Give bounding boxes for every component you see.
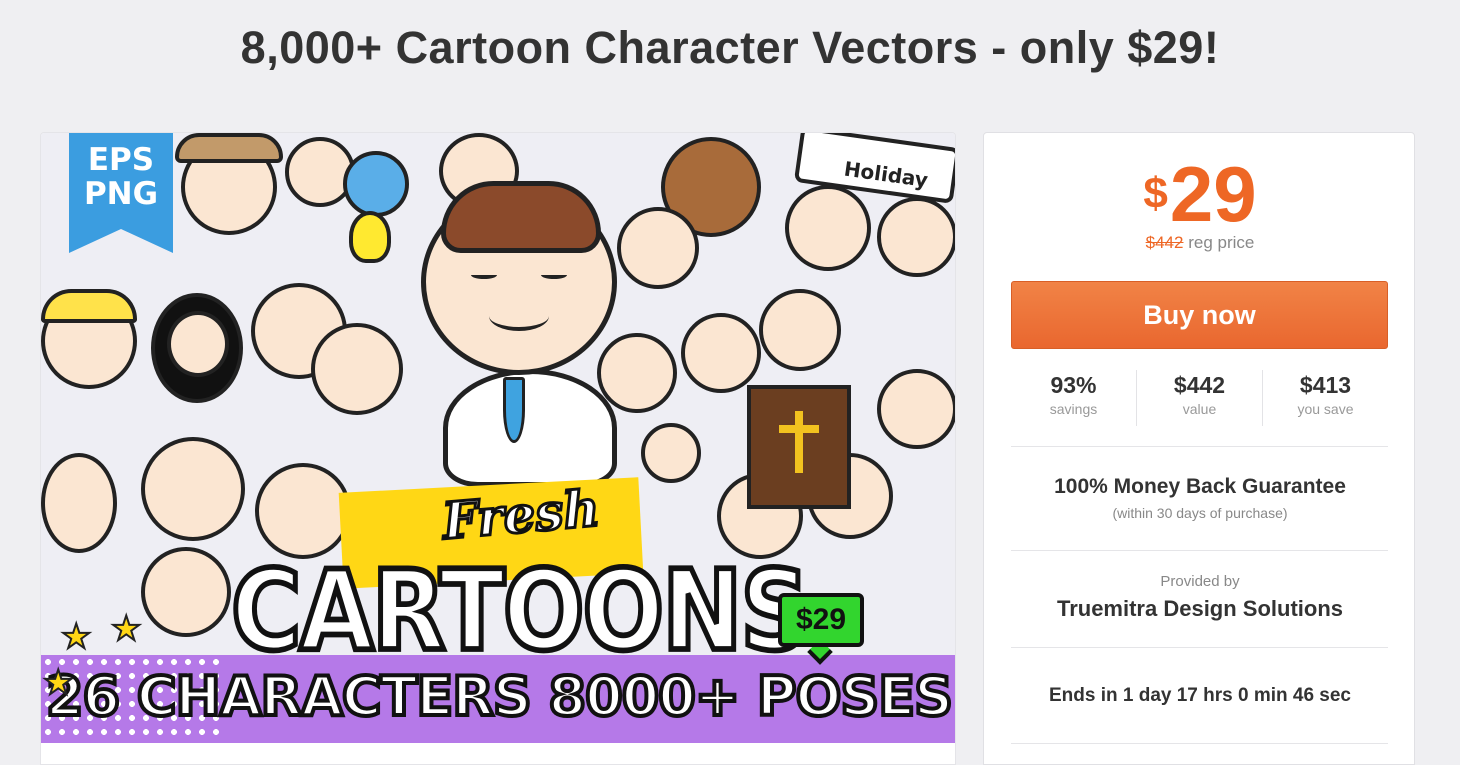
character-granny (681, 313, 761, 393)
cross-icon-bar (779, 425, 819, 433)
main-character-right-eye (541, 271, 567, 279)
character-priest (759, 289, 841, 371)
main-character-left-eye (471, 271, 497, 279)
main-character-tie (503, 377, 525, 443)
character-boy-green-cap (255, 463, 351, 559)
provided-by-label: Provided by (1160, 573, 1240, 590)
ribbon-format-png: PNG (83, 176, 159, 212)
divider (1011, 743, 1388, 744)
price-badge: $29 (778, 593, 864, 647)
product-image[interactable]: Holiday Fresh CARTOONS 26 CHARACTERS 800… (40, 132, 956, 765)
stat-value: $442 (1173, 372, 1226, 398)
countdown-timer: Ends in 1 day 17 hrs 0 min 46 sec (1048, 685, 1352, 706)
cross-icon (795, 411, 803, 473)
character-robber (617, 207, 699, 289)
stat-savings: 93% savings (1011, 370, 1137, 426)
globe-icon (343, 151, 409, 217)
main-character-body (443, 369, 617, 487)
image-footer (41, 743, 955, 764)
regular-price-value: $442 (1145, 233, 1184, 252)
stat-you-save: $413 you save (1263, 370, 1388, 426)
character-baby (641, 423, 701, 483)
purchase-panel: $29 $442 reg price Buy now 93% savings $… (983, 132, 1415, 765)
ribbon-format-eps: EPS (87, 142, 155, 178)
provider-name[interactable]: Truemitra Design Solutions (984, 596, 1416, 622)
character-postman (41, 453, 117, 553)
stat-label: savings (1049, 401, 1098, 417)
character-yellow-cap (41, 289, 137, 323)
guarantee-subtitle: (within 30 days of purchase) (1112, 505, 1288, 521)
star-icon: ★ (60, 617, 93, 657)
lightbulb-icon (349, 211, 391, 263)
tagline: 26 CHARACTERS 8000+ POSES (44, 663, 955, 730)
character-girl-burger (877, 369, 955, 449)
regular-price: $442 reg price (984, 233, 1416, 253)
character-mustache-pink-hat (141, 547, 231, 637)
sale-price: $29 (984, 155, 1416, 233)
deal-stats: 93% savings $442 value $413 you save (1011, 370, 1388, 426)
main-character-hair (441, 181, 601, 253)
character-girl-hula (311, 323, 403, 415)
guarantee-title: 100% Money Back Guarantee (1054, 475, 1346, 498)
stat-label: value (1182, 401, 1217, 417)
regular-price-label: reg price (1188, 233, 1255, 252)
character-boy-phone (141, 437, 245, 541)
page-title: 8,000+ Cartoon Character Vectors - only … (240, 22, 1220, 73)
character-nun-face (167, 311, 229, 377)
buy-now-button[interactable]: Buy now (1011, 281, 1388, 349)
character-crying-boy (877, 197, 955, 277)
main-character-smile (489, 301, 549, 331)
stat-value: 93% (1050, 372, 1097, 398)
divider (1011, 550, 1388, 551)
stat-value: $413 (1299, 372, 1352, 398)
divider (1011, 647, 1388, 648)
star-icon: ★ (110, 609, 143, 649)
format-ribbon: EPS PNG (69, 133, 173, 253)
stat-label: you save (1297, 401, 1354, 417)
star-icon: ★ (42, 663, 75, 703)
stat-value-total: $442 value (1137, 370, 1263, 426)
character-redhead-girl (785, 185, 871, 271)
character-boy-orange-hair (597, 333, 677, 413)
character-detective-hat (175, 133, 283, 163)
currency-symbol: $ (1143, 169, 1168, 218)
divider (1011, 446, 1388, 447)
price-amount: 29 (1169, 150, 1257, 238)
product-artwork: Holiday Fresh CARTOONS 26 CHARACTERS 800… (41, 133, 955, 743)
